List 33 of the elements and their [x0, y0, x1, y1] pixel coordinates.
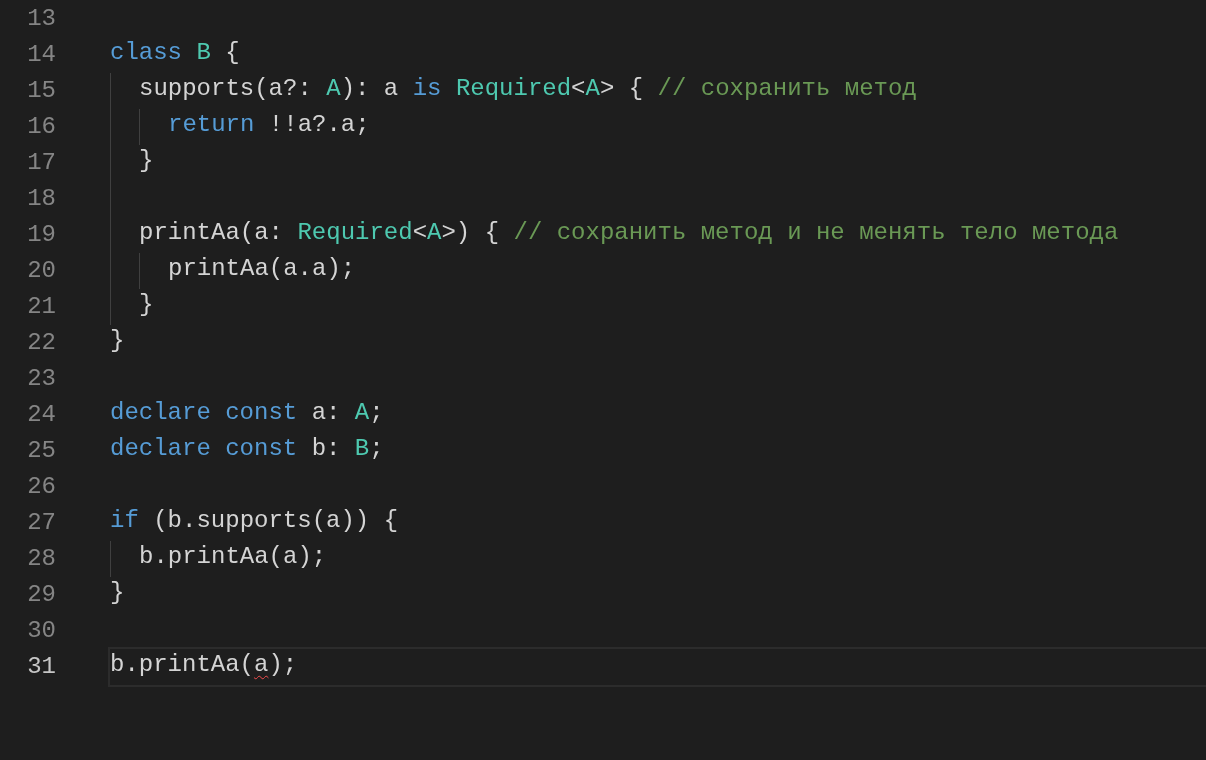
- code-line: declare const b: B;: [110, 434, 384, 464]
- line-number: 20: [26, 256, 56, 286]
- line-number: 26: [26, 472, 56, 502]
- line-number: 16: [26, 112, 56, 142]
- line-number: 17: [26, 148, 56, 178]
- code-line: declare const a: A;: [110, 398, 384, 428]
- line-number: 29: [26, 580, 56, 610]
- code-line: printAa(a: Required<A>) { // сохранить метод и не менять тело метода: [139, 218, 1119, 248]
- line-number: 27: [26, 508, 56, 538]
- line-number: 19: [26, 220, 56, 250]
- line-number: 24: [26, 400, 56, 430]
- line-number: 28: [26, 544, 56, 574]
- code-line: class B {: [110, 38, 240, 68]
- code-line: return !!a?.a;: [168, 110, 370, 140]
- line-number: 13: [26, 4, 56, 34]
- code-line: }: [139, 290, 154, 320]
- code-line: }: [110, 578, 125, 608]
- line-number: 14: [26, 40, 56, 70]
- line-number: 22: [26, 328, 56, 358]
- line-number: 21: [26, 292, 56, 322]
- code-line: if (b.supports(a)) {: [110, 506, 399, 536]
- line-number: 31: [26, 652, 56, 682]
- line-number: 18: [26, 184, 56, 214]
- line-number: 23: [26, 364, 56, 394]
- line-number: 15: [26, 76, 56, 106]
- code-line: }: [110, 326, 125, 356]
- line-number: 30: [26, 616, 56, 646]
- code-line: printAa(a.a);: [168, 254, 356, 284]
- code-line: supports(a?: A): a is Required<A> { // сохранить метод: [139, 74, 917, 104]
- line-number: 25: [26, 436, 56, 466]
- code-line: b.printAa(a);: [110, 650, 298, 680]
- code-line: }: [139, 146, 154, 176]
- code-line: b.printAa(a);: [139, 542, 327, 572]
